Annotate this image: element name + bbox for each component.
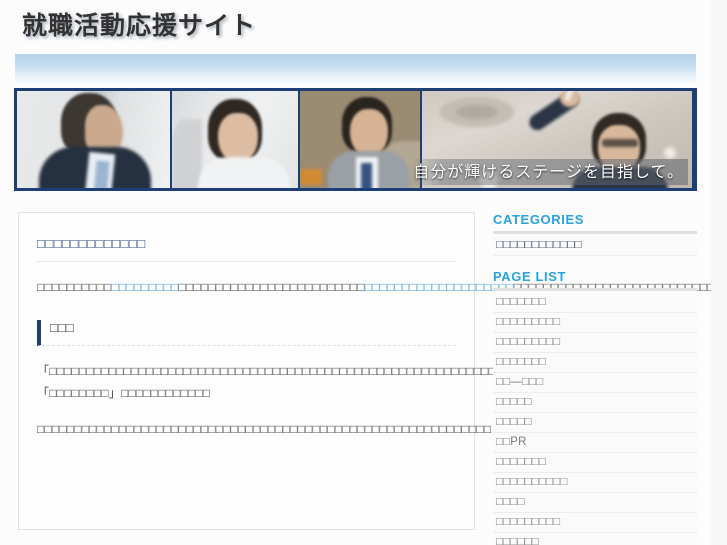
inline-link-1[interactable]: □□□□□□□□□ — [111, 280, 178, 294]
page-root: 就職活動応援サイト 自分が輝けるステージを目指して。 □□□□□□□□□□□□□… — [0, 0, 711, 545]
sidebar-item-page[interactable]: □□PR — [493, 433, 697, 453]
figure-tie — [361, 163, 372, 188]
article-subheading: □□□ — [37, 320, 456, 346]
sidebar-item-page[interactable]: □□—□□□ — [493, 373, 697, 393]
sidebar-heading-categories: CATEGORIES — [493, 212, 697, 234]
figure-face — [218, 113, 258, 163]
sidebar-page-list: □□□□□□□ □□□□□□□□□ □□□□□□□□□ □□□□□□□ □□—□… — [493, 293, 697, 545]
figure-tie — [93, 160, 110, 188]
banner-tagline: 自分が輝けるステージを目指して。 — [409, 159, 688, 185]
figure-background-person — [172, 119, 202, 188]
main-content: □□□□□□□□□□□□□ □□□□□□□□□□□□□□□□□□□□□□□□□□… — [18, 212, 711, 530]
hero-banner: 自分が輝けるステージを目指して。 — [14, 88, 697, 191]
article-title: □□□□□□□□□□□□□ — [37, 235, 456, 262]
eyeglasses-icon — [602, 139, 638, 147]
paragraph-text-part: □□□□□□□□□□ — [37, 280, 112, 294]
sidebar-item-page[interactable]: □□□□□ — [493, 393, 697, 413]
sidebar-item-page[interactable]: □□□□□□□□□ — [493, 513, 697, 533]
sidebar-item-page[interactable]: □□□□ — [493, 493, 697, 513]
inline-link-2[interactable]: □□□□□□□□□□□□□□□□□□□□ — [365, 280, 514, 294]
sidebar-item-page[interactable]: □□□□□□□ — [493, 293, 697, 313]
sidebar-item-page[interactable]: □□□□□□□□□ — [493, 333, 697, 353]
banner-photo-businessman-profile — [17, 91, 172, 188]
sidebar-item-page[interactable]: □□□□□□ — [493, 533, 697, 545]
photo-color-accent — [300, 169, 322, 185]
sidebar: CATEGORIES □□□□□□□□□□□□ PAGE LIST □□□□□□… — [493, 212, 697, 545]
sidebar-item-category[interactable]: □□□□□□□□□□□□ — [493, 236, 697, 256]
article-paragraph-1: □□□□□□□□□□□□□□□□□□□□□□□□□□□□□□□□□□□□□□□□… — [37, 276, 711, 298]
article-paragraph-2: 「□□□□□□□□□□□□□□□□□□□□□□□□□□□□□□□□□□□□□□□… — [37, 364, 660, 400]
sidebar-categories-list: □□□□□□□□□□□□ — [493, 236, 697, 256]
paragraph-text-part: □□□□□□□□□□□□□□□□□□□□□ — [178, 280, 335, 294]
banner-photo-young-businessman — [300, 91, 422, 188]
sidebar-item-page[interactable]: □□□□□□□ — [493, 353, 697, 373]
sidebar-item-page[interactable]: □□□□□□□□□□ — [493, 473, 697, 493]
sidebar-heading-page-list: PAGE LIST — [493, 269, 697, 291]
site-title[interactable]: 就職活動応援サイト — [22, 10, 711, 42]
figure-face — [350, 109, 388, 157]
content-wrapper: □□□□□□□□□□□□□ □□□□□□□□□□□□□□□□□□□□□□□□□□… — [18, 212, 711, 545]
sidebar-item-page[interactable]: □□□□□ — [493, 413, 697, 433]
ceiling-light-inner — [456, 105, 498, 119]
site-header: 就職活動応援サイト — [0, 0, 711, 52]
paragraph-text-part: □□□□ — [334, 280, 365, 294]
figure-blouse — [198, 157, 290, 188]
header-gradient-strip — [15, 54, 696, 85]
sidebar-item-page[interactable]: □□□□□□□□□ — [493, 313, 697, 333]
ceiling-lamp-glow-2 — [664, 147, 676, 159]
sidebar-item-page[interactable]: □□□□□□□ — [493, 453, 697, 473]
banner-photo-businesswoman — [172, 91, 300, 188]
article-paragraph-3: □□□□□□□□□□□□□□□□□□□□□□□□□□□□□□□□□□□□□□□□… — [37, 422, 492, 436]
